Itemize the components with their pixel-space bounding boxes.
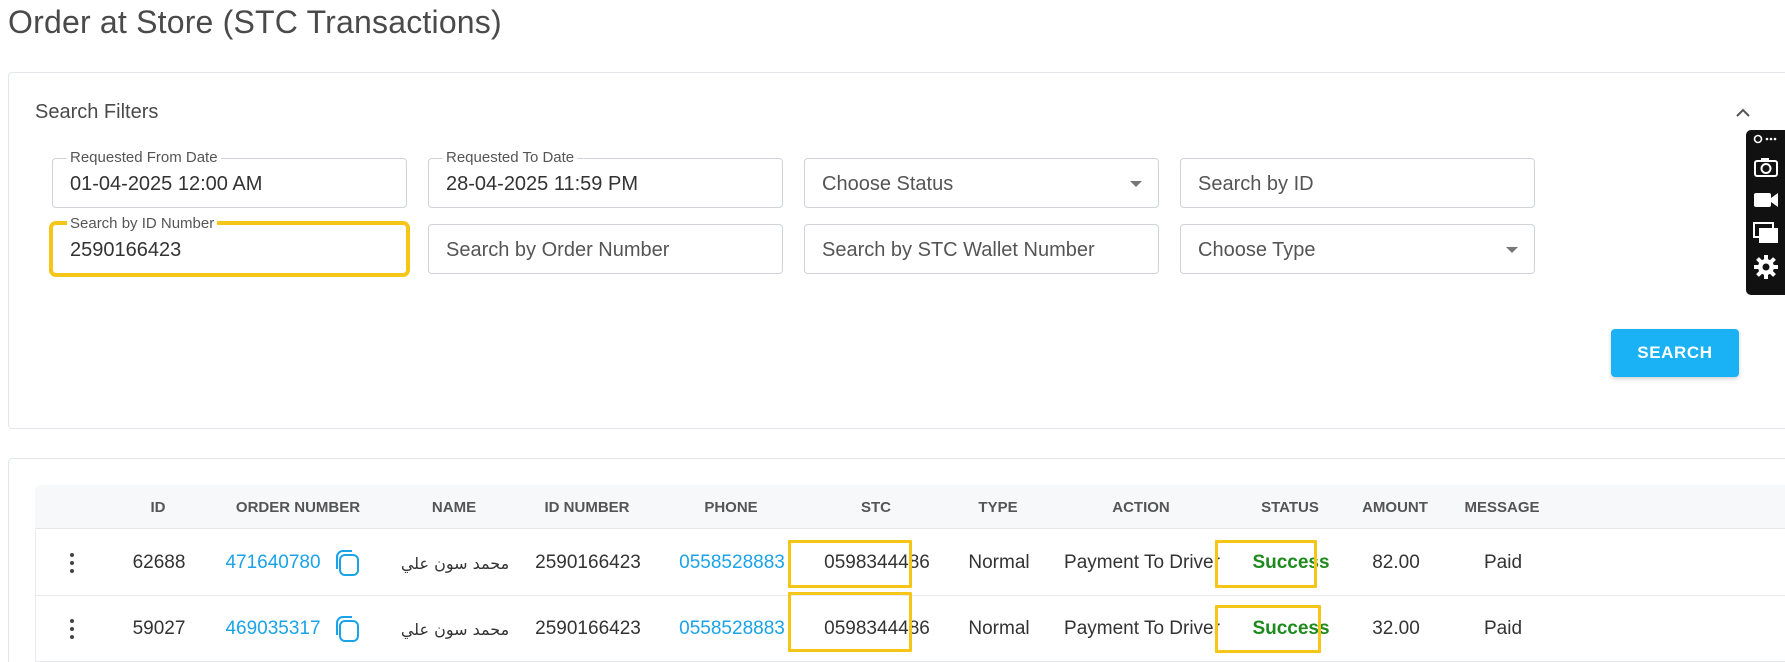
column-header-message: MESSAGE [1464,499,1540,516]
caret-down-icon [1506,247,1518,253]
cell-status: Success [1252,618,1330,639]
copy-icon[interactable] [333,614,361,644]
transactions-table: ID ORDER NUMBER NAME ID NUMBER PHONE STC… [8,458,1785,662]
side-toolbar [1746,130,1785,295]
search-id-input[interactable]: Search by ID [1180,158,1535,208]
table-row[interactable]: 59027 469035317 محمد سون علي 2590166423 … [35,596,1785,662]
id-number-label: Search by ID Number [67,215,218,232]
order-number-placeholder: Search by Order Number [446,239,670,261]
search-id-placeholder: Search by ID [1198,173,1314,195]
column-header-status: STATUS [1261,499,1319,516]
type-select[interactable]: Choose Type [1180,224,1535,274]
cell-amount: 82.00 [1372,552,1420,573]
filters-title: Search Filters [35,101,159,123]
cell-type: Normal [968,552,1030,573]
kebab-menu-icon[interactable] [70,619,74,639]
status-select[interactable]: Choose Status [804,158,1159,208]
kebab-menu-icon[interactable] [70,553,74,573]
table-header: ID ORDER NUMBER NAME ID NUMBER PHONE STC… [35,485,1785,529]
cell-phone-link[interactable]: 0558528883 [679,618,785,640]
column-header-amount: AMOUNT [1362,499,1428,516]
status-placeholder: Choose Status [822,173,954,195]
copy-icon[interactable] [333,548,361,578]
from-date-value: 01-04-2025 12:00 AM [70,173,263,195]
id-number-value: 2590166423 [70,239,182,261]
cell-message: Paid [1483,552,1523,573]
column-header-stc: STC [861,499,891,516]
cell-name: محمد سون علي [400,554,510,573]
screens-icon[interactable] [1753,220,1779,246]
cell-id: 62688 [132,552,186,573]
column-header-id-number: ID NUMBER [544,499,630,516]
cell-order-number-link[interactable]: 471640780 [225,552,320,574]
cell-message: Paid [1483,618,1523,639]
column-header-order-number: ORDER NUMBER [235,499,361,516]
chevron-up-icon[interactable] [1735,105,1751,121]
order-number-input[interactable]: Search by Order Number [428,224,783,274]
search-button[interactable]: SEARCH [1611,329,1739,377]
from-date-label: Requested From Date [67,149,221,166]
cell-status: Success [1252,552,1330,573]
cell-type: Normal [968,618,1030,639]
cell-id: 59027 [132,618,186,639]
column-header-type: TYPE [978,499,1018,516]
cell-name: محمد سون علي [400,620,510,639]
column-header-phone: PHONE [704,499,758,516]
cell-id-number: 2590166423 [535,552,641,573]
wallet-number-placeholder: Search by STC Wallet Number [822,239,1095,261]
column-header-action: ACTION [1112,499,1170,516]
page-title: Order at Store (STC Transactions) [8,4,502,40]
extension-icon[interactable] [1753,132,1779,146]
gear-icon[interactable] [1753,254,1779,280]
cell-action: Payment To Driver [1064,552,1220,573]
cell-action: Payment To Driver [1064,618,1220,639]
table-row[interactable]: 62688 471640780 محمد سون علي 2590166423 … [35,530,1785,596]
wallet-number-input[interactable]: Search by STC Wallet Number [804,224,1159,274]
from-date-field[interactable]: Requested From Date 01-04-2025 12:00 AM [52,149,407,208]
id-number-input[interactable]: Search by ID Number 2590166423 [49,215,410,277]
cell-stc: 0598344486 [824,618,930,639]
column-header-name: NAME [431,499,477,516]
column-header-id: ID [150,499,166,516]
cell-amount: 32.00 [1372,618,1420,639]
to-date-label: Requested To Date [443,149,578,166]
cell-id-number: 2590166423 [535,618,641,639]
cell-order-number-link[interactable]: 469035317 [225,618,320,640]
cell-phone-link[interactable]: 0558528883 [679,552,785,574]
to-date-field[interactable]: Requested To Date 28-04-2025 11:59 PM [428,149,783,208]
type-placeholder: Choose Type [1198,239,1316,261]
cell-stc: 0598344486 [824,552,930,573]
to-date-value: 28-04-2025 11:59 PM [446,173,638,195]
search-filters-panel: Search Filters Requested From Date 01-04… [8,72,1785,429]
video-icon[interactable] [1753,187,1779,213]
camera-icon[interactable] [1753,154,1779,180]
caret-down-icon [1130,181,1142,187]
